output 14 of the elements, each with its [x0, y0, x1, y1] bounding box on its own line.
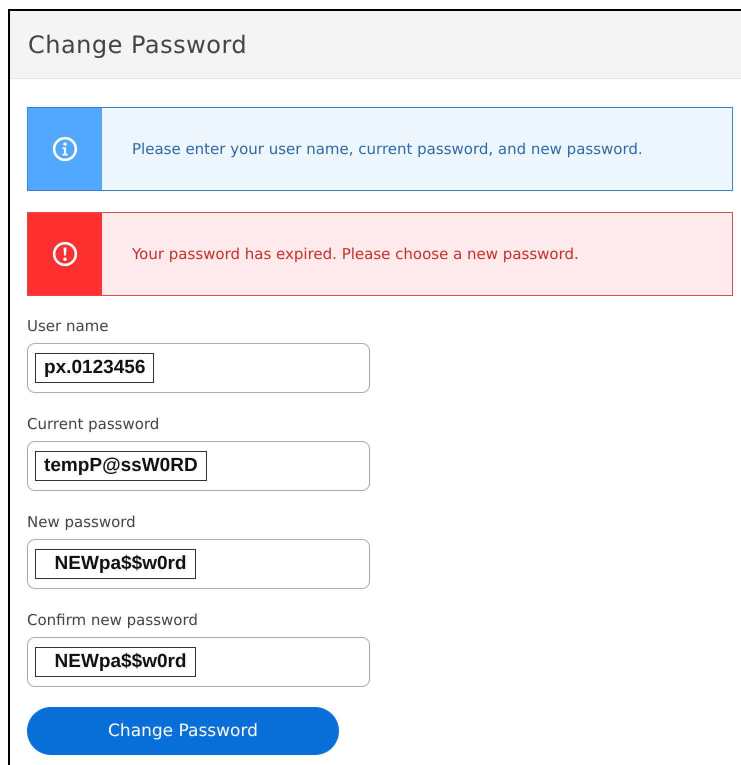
input-field[interactable]: tempP@ssW0RD: [27, 441, 370, 491]
input-field[interactable]: NEWpa$$w0rd: [27, 539, 370, 589]
window-title: Change Password: [28, 30, 248, 58]
alert-message: Your password has expired. Please choose a new password.: [131, 244, 580, 264]
input-field[interactable]: NEWpa$$w0rd: [27, 637, 370, 687]
exclamation-icon: [52, 241, 78, 267]
field-label: User name: [27, 317, 110, 335]
field-label: Confirm new password: [27, 611, 199, 629]
field-label: New password: [27, 513, 137, 531]
input-field[interactable]: px.0123456: [27, 343, 370, 393]
alert-message: Please enter your user name, current password, and new password.: [131, 138, 644, 160]
change-password-button[interactable]: Change Password: [27, 707, 339, 755]
field-label: Current password: [27, 415, 160, 433]
info-icon: [52, 136, 78, 162]
